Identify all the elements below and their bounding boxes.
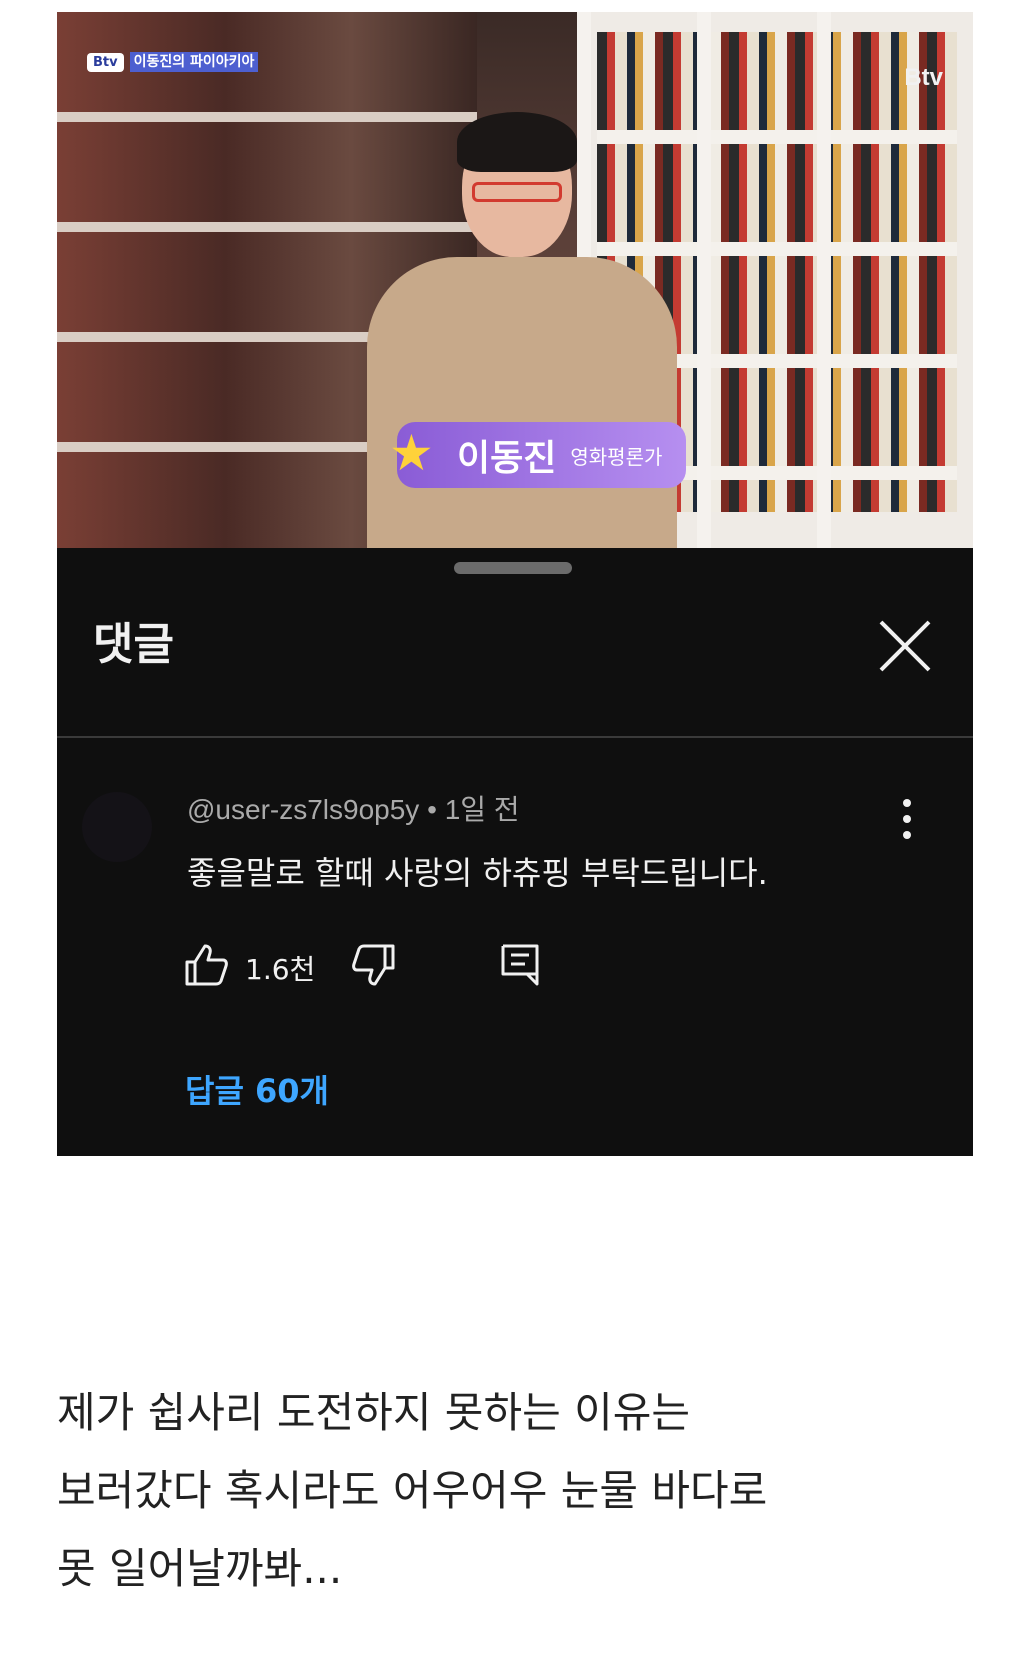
shelf-post xyxy=(817,12,831,548)
replies-link[interactable]: 답글 60개 xyxy=(185,1066,329,1112)
dislike-button[interactable] xyxy=(351,942,397,988)
meta-separator: • xyxy=(427,794,437,825)
close-icon xyxy=(879,620,931,672)
caption-text: 제가 쉽사리 도전하지 못하는 이유는 보러갔다 혹시라도 어우어우 눈물 바다… xyxy=(57,1374,977,1608)
caption-line: 제가 쉽사리 도전하지 못하는 이유는 xyxy=(57,1388,691,1437)
host-hair xyxy=(457,112,577,172)
reply-button[interactable] xyxy=(497,942,543,988)
like-button[interactable] xyxy=(183,942,229,988)
header-divider xyxy=(57,736,973,738)
shelf-post xyxy=(697,12,711,548)
more-vert-icon xyxy=(903,799,911,839)
more-button[interactable] xyxy=(895,796,919,842)
host-name-tag: ★ 이동진 영화평론가 xyxy=(389,422,687,488)
host-glasses xyxy=(472,182,562,202)
host-role: 영화평론가 xyxy=(570,444,663,469)
caption-line: 못 일어날까봐... xyxy=(57,1544,343,1593)
star-icon: ★ xyxy=(389,424,434,482)
comment-text: 좋을말로 할때 사랑의 하츄핑 부탁드립니다. xyxy=(187,854,768,892)
reply-icon xyxy=(501,944,539,986)
host-name: 이동진 xyxy=(457,438,557,479)
thumb-up-icon xyxy=(185,944,228,986)
comments-sheet: 댓글 @user-zs7ls9op5y • 1일 전 좋을말로 할때 사랑의 하… xyxy=(57,548,973,1156)
close-button[interactable] xyxy=(875,616,935,676)
comment-meta: @user-zs7ls9op5y • 1일 전 xyxy=(187,788,520,828)
channel-logo: Btv xyxy=(904,64,943,91)
comment-time: 1일 전 xyxy=(444,794,520,825)
avatar[interactable] xyxy=(82,792,152,862)
drag-handle[interactable] xyxy=(454,562,572,574)
like-count: 1.6천 xyxy=(245,953,316,986)
host-body xyxy=(367,257,677,548)
comment-author[interactable]: @user-zs7ls9op5y xyxy=(187,794,419,825)
show-logo-b: Btv xyxy=(87,52,124,72)
thumb-down-icon xyxy=(352,944,395,986)
comments-title: 댓글 xyxy=(93,619,174,670)
video-player[interactable]: Btv 이동진의 파이아키아 Btv ★ 이동진 영화평론가 xyxy=(57,12,973,548)
show-logo: Btv 이동진의 파이아키아 xyxy=(87,52,259,72)
show-logo-title: 이동진의 파이아키아 xyxy=(129,52,259,72)
caption-line: 보러갔다 혹시라도 어우어우 눈물 바다로 xyxy=(57,1466,768,1515)
screenshot-frame: Btv 이동진의 파이아키아 Btv ★ 이동진 영화평론가 댓글 @user-… xyxy=(57,12,973,1156)
